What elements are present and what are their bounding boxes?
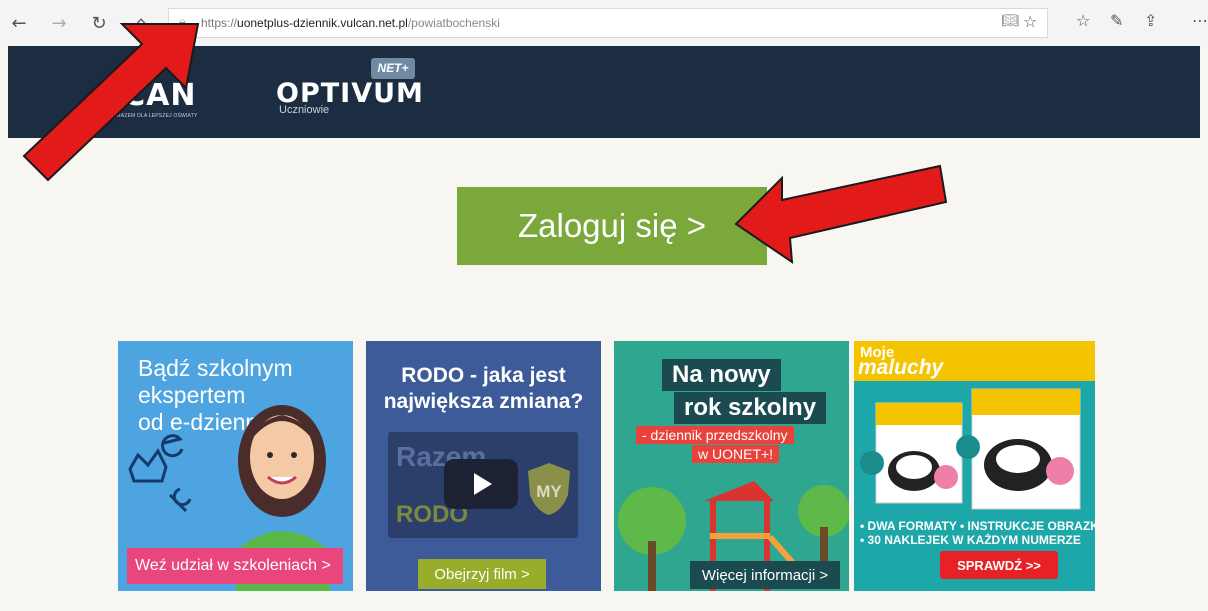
- arrow-to-address-bar: [22, 23, 200, 182]
- annotation-arrows: [22, 23, 948, 265]
- arrow-to-login: [734, 164, 948, 265]
